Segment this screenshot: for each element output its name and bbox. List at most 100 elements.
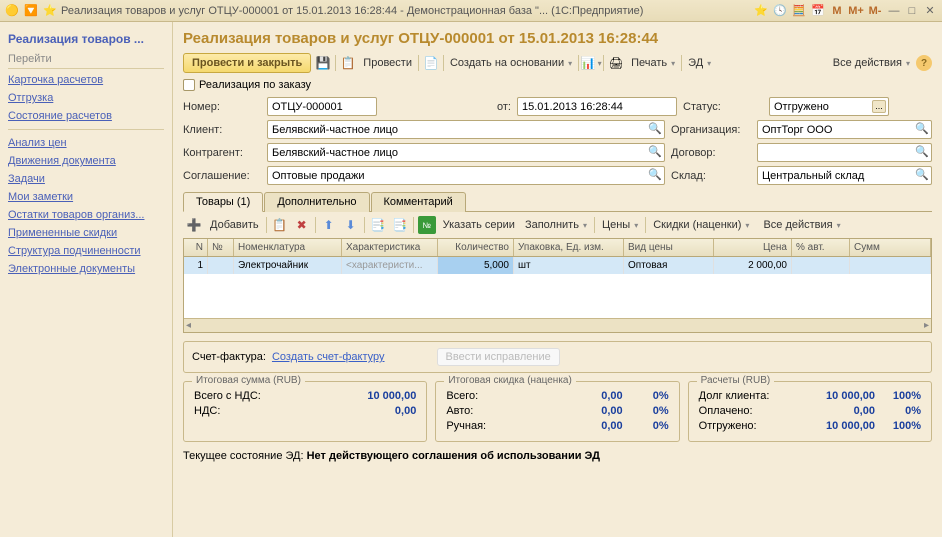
sklad-label: Склад: <box>671 170 751 182</box>
doc-icon[interactable]: 📄 <box>422 54 440 72</box>
number-input[interactable]: ОТЦУ-000001 <box>267 97 377 116</box>
sidebar: Реализация товаров ... Перейти Карточка … <box>0 22 173 537</box>
sidebar-item[interactable]: Состояние расчетов <box>8 107 164 125</box>
close-button[interactable]: ✕ <box>922 4 938 18</box>
col-pack[interactable]: Упаковка, Ед. изм. <box>514 239 624 256</box>
all-actions-button[interactable]: Все действия <box>830 55 913 71</box>
search-icon[interactable]: 🔍 <box>648 145 662 159</box>
sidebar-section: Перейти <box>8 50 164 69</box>
down-icon[interactable]: ⬇ <box>342 216 360 234</box>
totals-payments: Расчеты (RUB) Долг клиента:10 000,00100%… <box>688 381 932 442</box>
sidebar-item[interactable]: Остатки товаров организ... <box>8 206 164 224</box>
main-content: Реализация товаров и услуг ОТЦУ-000001 о… <box>173 22 942 537</box>
search-icon[interactable]: 🔍 <box>648 122 662 136</box>
series-button[interactable]: Указать серии <box>440 217 518 233</box>
tab-goods[interactable]: Товары (1) <box>183 192 263 212</box>
status-input[interactable]: Отгружено... <box>769 97 889 116</box>
maximize-button[interactable]: □ <box>904 4 920 18</box>
org-label: Организация: <box>671 124 751 136</box>
sidebar-item[interactable]: Карточка расчетов <box>8 71 164 89</box>
tab-comment[interactable]: Комментарий <box>371 192 466 212</box>
search-icon[interactable]: 🔍 <box>915 168 929 182</box>
grid-all-actions[interactable]: Все действия <box>760 217 843 233</box>
sf-label: Счет-фактура: <box>192 351 266 363</box>
col-nom[interactable]: Номенклатура <box>234 239 342 256</box>
col-char[interactable]: Характеристика <box>342 239 438 256</box>
by-order-checkbox[interactable] <box>183 79 195 91</box>
mem-mplus[interactable]: M+ <box>848 3 864 19</box>
history-icon[interactable]: 🕓 <box>772 3 788 19</box>
up-icon[interactable]: ⬆ <box>320 216 338 234</box>
sidebar-header: Реализация товаров ... <box>8 28 164 50</box>
discounts-button[interactable]: Скидки (наценки) <box>650 217 752 233</box>
minimize-button[interactable]: — <box>886 4 902 18</box>
col-n[interactable]: N <box>184 239 208 256</box>
sidebar-item[interactable]: Мои заметки <box>8 188 164 206</box>
print-button[interactable]: Печать <box>628 55 678 71</box>
mem-mminus[interactable]: M- <box>867 3 883 19</box>
calc-icon[interactable]: 🧮 <box>791 3 807 19</box>
tool-icon[interactable]: 📑 <box>369 216 387 234</box>
prices-button[interactable]: Цены <box>599 217 641 233</box>
col-auto[interactable]: % авт. <box>792 239 850 256</box>
back-icon[interactable]: 🔽 <box>23 3 39 19</box>
search-icon[interactable]: 🔍 <box>915 122 929 136</box>
number-label: Номер: <box>183 101 261 113</box>
sidebar-item[interactable]: Электронные документы <box>8 260 164 278</box>
col-ico[interactable]: № <box>208 239 234 256</box>
help-icon[interactable]: ? <box>916 55 932 71</box>
grid-scrollbar[interactable]: ◂▸ <box>184 318 931 332</box>
window-title: Реализация товаров и услуг ОТЦУ-000001 о… <box>61 5 753 17</box>
tabs: Товары (1) Дополнительно Комментарий <box>183 191 932 212</box>
org-input[interactable]: ОптТорг ООО🔍 <box>757 120 932 139</box>
tool-icon[interactable]: 📑 <box>391 216 409 234</box>
sidebar-item[interactable]: Движения документа <box>8 152 164 170</box>
totals-discount: Итоговая скидка (наценка) Всего:0,000% А… <box>435 381 679 442</box>
create-based-button[interactable]: Создать на основании <box>447 55 575 71</box>
fav-icon[interactable]: ⭐ <box>753 3 769 19</box>
fill-button[interactable]: Заполнить <box>522 217 590 233</box>
app-logo-icon: 🟡 <box>4 3 20 19</box>
post-button[interactable]: Провести <box>360 55 415 71</box>
table-row[interactable]: 1 Электрочайник <характеристи... 5,000 ш… <box>184 257 931 274</box>
titlebar: 🟡 🔽 ⭐ Реализация товаров и услуг ОТЦУ-00… <box>0 0 942 22</box>
add-icon[interactable]: ➕ <box>185 216 203 234</box>
search-icon[interactable]: 🔍 <box>648 168 662 182</box>
col-qty[interactable]: Количество <box>438 239 514 256</box>
col-sum[interactable]: Сумм <box>850 239 931 256</box>
contr-label: Контрагент: <box>183 147 261 159</box>
calendar-icon[interactable]: 📅 <box>810 3 826 19</box>
sogl-label: Соглашение: <box>183 170 261 182</box>
correction-button: Ввести исправление <box>437 348 560 366</box>
col-price[interactable]: Цена <box>714 239 792 256</box>
series-icon[interactable]: № <box>418 216 436 234</box>
star-icon[interactable]: ⭐ <box>42 3 58 19</box>
delete-icon[interactable]: ✖ <box>293 216 311 234</box>
ellipsis-icon[interactable]: ... <box>872 100 886 113</box>
save-icon[interactable]: 💾 <box>314 54 332 72</box>
client-input[interactable]: Белявский-частное лицо🔍 <box>267 120 665 139</box>
contr-input[interactable]: Белявский-частное лицо🔍 <box>267 143 665 162</box>
sidebar-item[interactable]: Примененные скидки <box>8 224 164 242</box>
tab-additional[interactable]: Дополнительно <box>264 192 369 212</box>
sklad-input[interactable]: Центральный склад🔍 <box>757 166 932 185</box>
print-icon[interactable]: 🖨 <box>607 54 625 72</box>
mem-m[interactable]: M <box>829 3 845 19</box>
search-icon[interactable]: 🔍 <box>915 145 929 159</box>
post-icon[interactable]: 📋 <box>339 54 357 72</box>
sidebar-item[interactable]: Структура подчиненности <box>8 242 164 260</box>
sidebar-item[interactable]: Отгрузка <box>8 89 164 107</box>
status-label: Статус: <box>683 101 763 113</box>
date-input[interactable]: 15.01.2013 16:28:44 <box>517 97 677 116</box>
copy-icon[interactable]: 📋 <box>271 216 289 234</box>
create-invoice-link[interactable]: Создать счет-фактуру <box>272 351 385 363</box>
add-button[interactable]: Добавить <box>207 217 262 233</box>
sidebar-item[interactable]: Задачи <box>8 170 164 188</box>
report-icon[interactable]: 📊 <box>582 54 600 72</box>
dogovor-input[interactable]: 🔍 <box>757 143 932 162</box>
ed-button[interactable]: ЭД <box>685 55 714 71</box>
col-ptype[interactable]: Вид цены <box>624 239 714 256</box>
sogl-input[interactable]: Оптовые продажи🔍 <box>267 166 665 185</box>
sidebar-item[interactable]: Анализ цен <box>8 134 164 152</box>
post-close-button[interactable]: Провести и закрыть <box>183 53 311 73</box>
